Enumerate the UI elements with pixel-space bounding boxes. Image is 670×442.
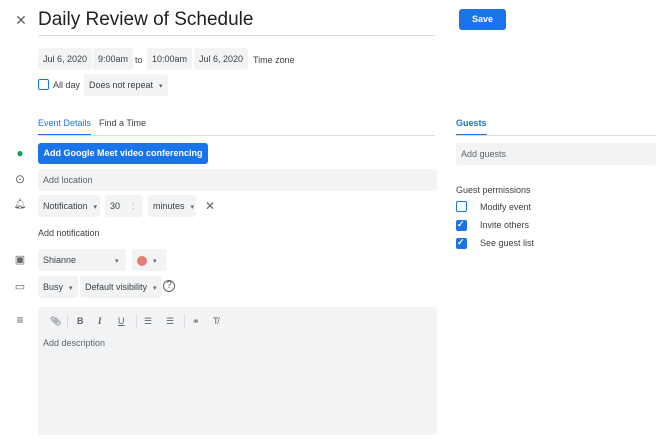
notification-value: 30 (110, 201, 121, 211)
description-placeholder: Add description (43, 338, 106, 348)
clear-formatting-icon[interactable]: T̸ (213, 316, 219, 326)
repeat-value: Does not repeat (89, 80, 154, 90)
see-guest-list-checkbox[interactable] (456, 237, 467, 249)
tabs-divider (38, 135, 435, 136)
visibility-value: Default visibility (85, 282, 148, 292)
notification-type-value: Notification (43, 201, 88, 211)
remove-notification-icon[interactable]: ✕ (203, 199, 217, 213)
tab-find-a-time[interactable]: Find a Time (99, 118, 146, 128)
bell-icon: 🔔︎ (13, 199, 27, 210)
add-notification-link[interactable]: Add notification (38, 228, 100, 238)
briefcase-icon: ▭ (14, 281, 26, 293)
timezone-link[interactable]: Time zone (253, 55, 295, 65)
guests-tab[interactable]: Guests (456, 118, 487, 136)
calendar-icon: ▣ (14, 254, 26, 266)
end-date[interactable]: Jul 6, 2020 (194, 48, 249, 70)
location-input[interactable]: Add location (38, 169, 437, 191)
toolbar-separator (136, 314, 137, 328)
save-button[interactable]: Save (459, 9, 506, 30)
description-icon: ≡ (16, 313, 24, 327)
end-time[interactable]: 10:00am (147, 48, 193, 70)
invite-others-checkbox[interactable] (456, 219, 467, 231)
add-meet-button[interactable]: Add Google Meet video conferencing (38, 143, 208, 164)
notification-unit-value: minutes (153, 201, 185, 211)
to-label: to (135, 55, 143, 65)
stepper-icon: : (132, 201, 135, 211)
availability-value: Busy (43, 282, 64, 292)
calendar-select[interactable]: Shianne (38, 249, 126, 271)
tab-event-details[interactable]: Event Details (38, 118, 92, 136)
add-guests-input[interactable]: Add guests (456, 143, 656, 165)
toolbar-separator (184, 314, 185, 328)
underline-button[interactable]: U (118, 316, 125, 326)
repeat-select[interactable]: Does not repeat (84, 74, 168, 96)
notification-value-input[interactable]: 30: (105, 195, 143, 217)
link-icon[interactable]: ⚭ (192, 316, 200, 327)
color-select[interactable] (132, 249, 167, 271)
modify-event-label: Modify event (480, 202, 532, 212)
italic-button[interactable]: I (98, 316, 102, 326)
start-time[interactable]: 9:00am (93, 48, 134, 70)
location-icon: ⊙ (14, 172, 26, 186)
color-swatch (137, 255, 147, 266)
bulleted-list-icon[interactable]: ☰ (166, 316, 174, 327)
google-meet-icon: ● (16, 146, 24, 160)
title-input[interactable]: Daily Review of Schedule (38, 9, 435, 36)
numbered-list-icon[interactable]: ☰ (144, 316, 152, 327)
all-day-checkbox[interactable] (38, 79, 49, 90)
availability-select[interactable]: Busy (38, 276, 78, 298)
attachment-icon[interactable]: 📎︎ (50, 316, 61, 327)
description-editor[interactable] (38, 307, 437, 435)
close-icon[interactable]: ✕ (14, 13, 28, 27)
toolbar-separator (67, 314, 68, 328)
start-date[interactable]: Jul 6, 2020 (38, 48, 93, 70)
invite-others-label: Invite others (480, 220, 530, 230)
guests-divider (456, 135, 656, 136)
modify-event-checkbox[interactable] (456, 201, 467, 212)
notification-unit-select[interactable]: minutes (148, 195, 196, 217)
notification-type-select[interactable]: Notification (38, 195, 100, 217)
help-icon[interactable]: ? (163, 280, 175, 292)
bold-button[interactable]: B (77, 316, 84, 326)
all-day-label: All day (53, 80, 81, 90)
visibility-select[interactable]: Default visibility (80, 276, 162, 298)
see-guest-list-label: See guest list (480, 238, 535, 248)
guest-permissions-title: Guest permissions (456, 185, 531, 195)
calendar-value: Shianne (43, 255, 77, 265)
